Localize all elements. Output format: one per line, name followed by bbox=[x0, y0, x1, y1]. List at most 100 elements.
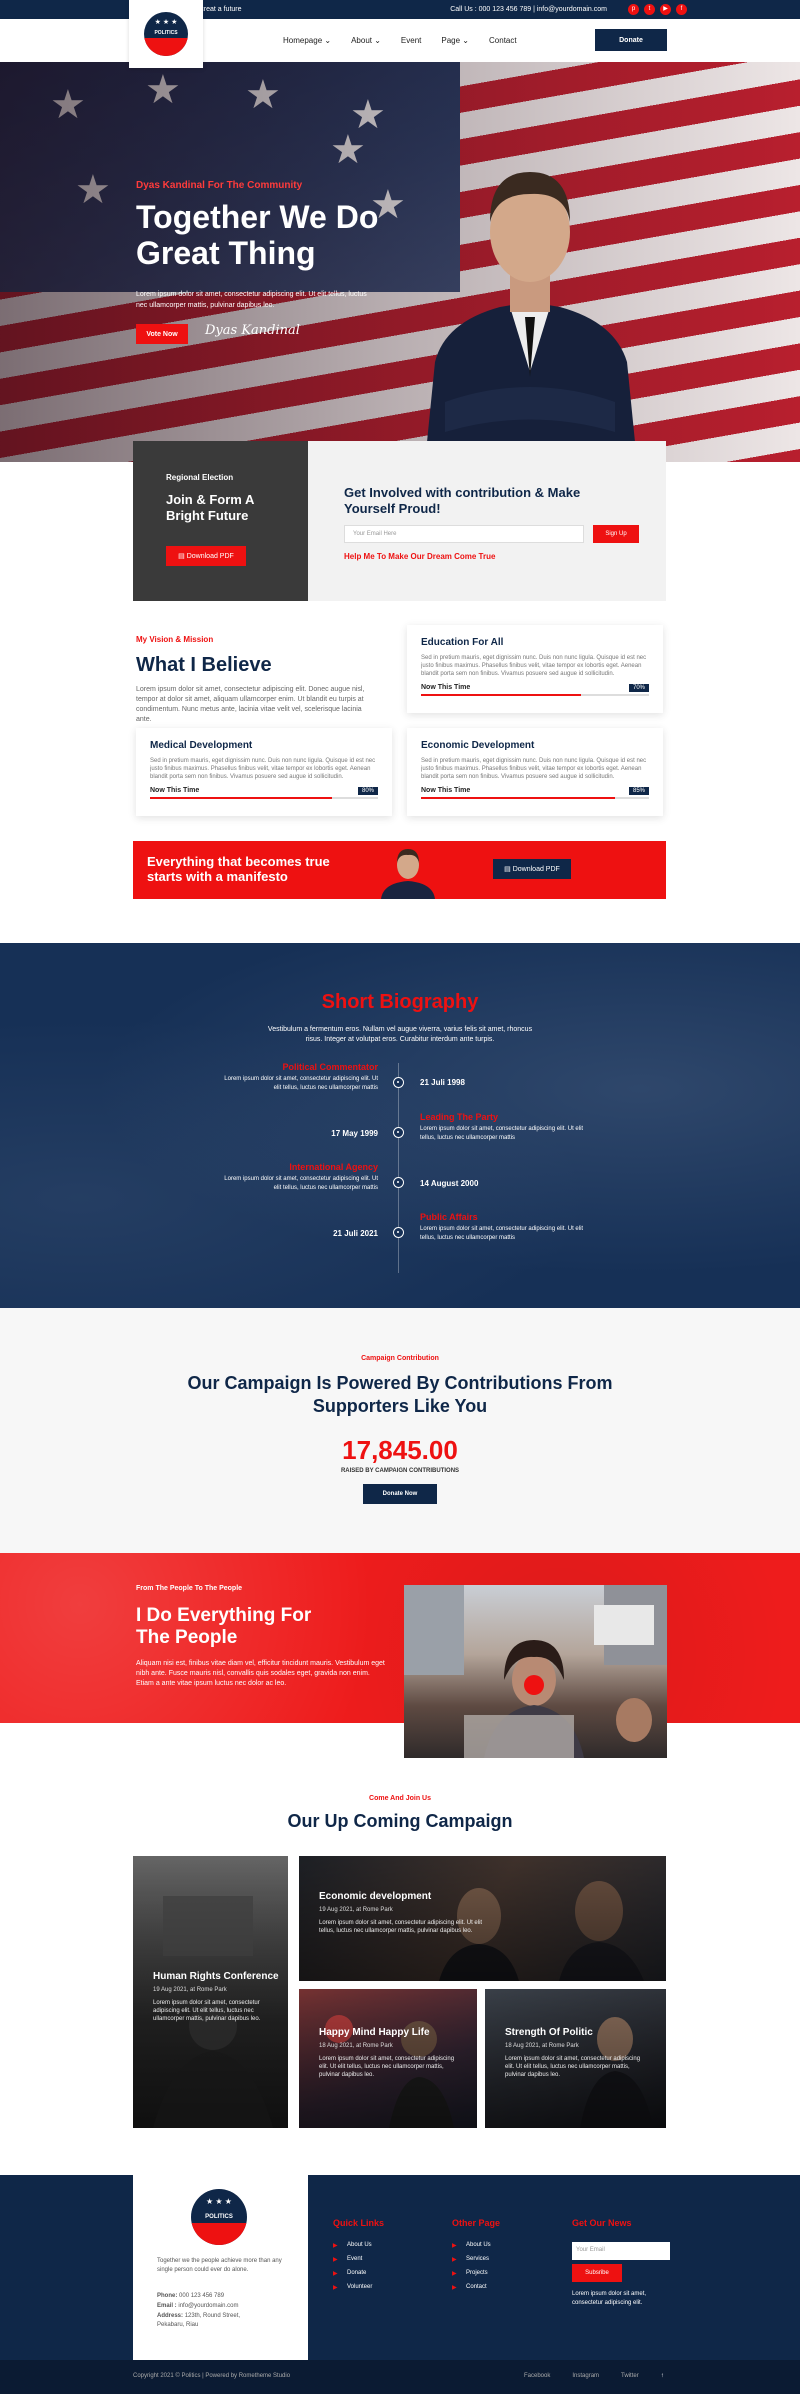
email-input[interactable]: Your Email Here bbox=[344, 525, 584, 543]
nav-homepage[interactable]: Homepage ⌄ bbox=[283, 36, 331, 45]
site-logo[interactable]: ★ ★ ★ POLITICS bbox=[129, 0, 203, 68]
contribution-amount: 17,845.00 bbox=[342, 1435, 458, 1465]
footer-link[interactable]: Services bbox=[452, 2256, 500, 2263]
people-description: Aliquam nisi est, finibus vitae diam vel… bbox=[136, 1660, 385, 1687]
card-education: Education For All Sed in pretium mauris,… bbox=[407, 625, 663, 713]
sign-up-button[interactable]: Sign Up bbox=[593, 525, 639, 543]
protest-photo bbox=[404, 1585, 667, 1758]
biography-section: Short Biography Vestibulum a fermentum e… bbox=[0, 943, 800, 1308]
biography-title: Short Biography bbox=[321, 991, 479, 1013]
progress-percent: 80% bbox=[357, 787, 378, 795]
logo-emblem: ★ ★ ★ POLITICS bbox=[144, 12, 188, 56]
timeline-date: 21 Juli 1998 bbox=[420, 1078, 465, 1087]
top-contact: Call Us : 000 123 456 789 | info@yourdom… bbox=[450, 6, 607, 13]
contribution-label: Campaign Contribution bbox=[361, 1355, 439, 1362]
event-card-happy-mind[interactable]: Happy Mind Happy Life 18 Aug 2021, at Ro… bbox=[299, 1989, 477, 2128]
back-to-top-icon[interactable]: ↑ bbox=[661, 2373, 664, 2379]
donate-button[interactable]: Donate bbox=[595, 29, 667, 51]
youtube-icon[interactable]: ▶ bbox=[660, 4, 671, 15]
nav-about[interactable]: About ⌄ bbox=[351, 36, 381, 45]
vision-description: Lorem ipsum dolor sit amet, consectetur … bbox=[136, 686, 365, 723]
election-label: Regional Election bbox=[166, 473, 234, 482]
involve-help: Help Me To Make Our Dream Come True bbox=[344, 552, 496, 561]
facebook-icon[interactable]: f bbox=[676, 4, 687, 15]
copyright: Copyright 2021 © Politics | Powered by R… bbox=[133, 2373, 291, 2379]
footer-link[interactable]: Volunteer bbox=[333, 2284, 384, 2291]
footer-quick-links: Quick Links About Us Event Donate Volunt… bbox=[333, 2218, 384, 2298]
timeline-line bbox=[398, 1063, 399, 1273]
donate-now-button[interactable]: Donate Now bbox=[363, 1484, 437, 1504]
footer-logo: ★ ★ ★ POLITICS bbox=[191, 2189, 247, 2245]
event-card-strength[interactable]: Strength Of Politic 18 Aug 2021, at Rome… bbox=[485, 1989, 666, 2128]
progress-percent: 70% bbox=[628, 684, 649, 692]
card-economic: Economic Development Sed in pretium maur… bbox=[407, 728, 663, 816]
event-card-economic[interactable]: Economic development 19 Aug 2021, at Rom… bbox=[299, 1856, 666, 1981]
document-icon: ▤ bbox=[504, 866, 513, 873]
vote-now-button[interactable]: Vote Now bbox=[136, 324, 188, 344]
election-title: Join & Form A Bright Future bbox=[166, 492, 254, 523]
signature: Dyas Kandinal bbox=[205, 323, 300, 338]
timeline-dot bbox=[393, 1127, 404, 1138]
footer-twitter-link[interactable]: Twitter bbox=[621, 2373, 639, 2379]
card-medical: Medical Development Sed in pretium mauri… bbox=[136, 728, 392, 816]
social-links: p t ▶ f bbox=[628, 4, 687, 15]
people-label: From The People To The People bbox=[136, 1585, 243, 1592]
footer-newsletter: Get Our News Your Email Subsribe Lorem i… bbox=[572, 2218, 672, 2308]
footer-instagram-link[interactable]: Instagram bbox=[572, 2373, 599, 2379]
timeline-dot bbox=[393, 1227, 404, 1238]
footer-link[interactable]: Event bbox=[333, 2256, 384, 2263]
progress-fill bbox=[150, 797, 333, 799]
event-card-human-rights[interactable]: Human Rights Conference 19 Aug 2021, at … bbox=[133, 1856, 288, 2128]
footer-about-box: ★ ★ ★ POLITICS Together we the people ac… bbox=[133, 2175, 308, 2360]
nav-event[interactable]: Event bbox=[401, 36, 421, 45]
footer-link[interactable]: Projects bbox=[452, 2270, 500, 2277]
twitter-icon[interactable]: t bbox=[644, 4, 655, 15]
hero-subtitle: Dyas Kandinal For The Community bbox=[136, 180, 303, 191]
contribution-raised-label: RAISED BY CAMPAIGN CONTRIBUTIONS bbox=[340, 1468, 460, 1474]
involve-title: Get Involved with contribution & Make Yo… bbox=[344, 485, 581, 516]
footer-phone: Phone: 000 123 456 789 bbox=[157, 2293, 225, 2299]
document-icon: ▤ bbox=[178, 553, 187, 560]
hero-section: ★★★★ ★★★ Dyas Kandinal For The Community… bbox=[0, 62, 800, 462]
upcoming-title: Our Up Coming Campaign bbox=[287, 1811, 513, 1831]
involve-box: Get Involved with contribution & Make Yo… bbox=[308, 441, 666, 601]
progress-fill bbox=[421, 694, 581, 696]
timeline-dot bbox=[393, 1077, 404, 1088]
footer-about-text: Together we the people achieve more than… bbox=[157, 2258, 282, 2273]
progress-fill bbox=[421, 797, 615, 799]
contribution-title: Our Campaign Is Powered By Contributions… bbox=[187, 1373, 613, 1416]
footer-link[interactable]: About Us bbox=[452, 2242, 500, 2249]
timeline-entry: Political Commentator Lorem ipsum dolor s… bbox=[224, 1062, 378, 1092]
timeline-entry: Public Affairs Lorem ipsum dolor sit amet… bbox=[420, 1212, 584, 1242]
download-pdf-button[interactable]: ▤ Download PDF bbox=[166, 546, 246, 566]
footer-link[interactable]: Donate bbox=[333, 2270, 384, 2277]
progress-percent: 85% bbox=[628, 787, 649, 795]
biography-intro: Vestibulum a fermentum eros. Nullam vel … bbox=[267, 1026, 533, 1043]
manifesto-text: Everything that becomes true starts with… bbox=[147, 854, 330, 884]
nav-page[interactable]: Page ⌄ bbox=[441, 36, 469, 45]
main-nav: ★ ★ ★ POLITICS Homepage ⌄ About ⌄ Event … bbox=[0, 0, 800, 68]
newsletter-description: Lorem ipsum dolor sit amet, consectetur … bbox=[572, 2291, 647, 2306]
contribution-section: Campaign Contribution Our Campaign Is Po… bbox=[0, 1308, 800, 1553]
footer-link[interactable]: Contact bbox=[452, 2284, 500, 2291]
candidate-thumbnail bbox=[381, 849, 435, 899]
footer-address: Address: 123th, Round Street, Pekabaru, … bbox=[157, 2313, 241, 2328]
footer-link[interactable]: About Us bbox=[333, 2242, 384, 2249]
footer-facebook-link[interactable]: Facebook bbox=[524, 2373, 550, 2379]
subscribe-button[interactable]: Subsribe bbox=[572, 2264, 622, 2282]
candidate-photo bbox=[425, 172, 637, 462]
newsletter-email-input[interactable]: Your Email bbox=[572, 2242, 670, 2260]
manifesto-banner: Everything that becomes true starts with… bbox=[133, 841, 666, 899]
footer-other-pages: Other Page About Us Services Projects Co… bbox=[452, 2218, 500, 2298]
upcoming-label: Come And Join Us bbox=[369, 1795, 431, 1802]
timeline-date: 14 August 2000 bbox=[420, 1179, 479, 1188]
manifesto-download-button[interactable]: ▤ Download PDF bbox=[493, 859, 571, 879]
nav-contact[interactable]: Contact bbox=[489, 36, 517, 45]
hero-title: Together We Do Great Thing bbox=[136, 199, 379, 271]
footer-email: Email : info@yourdomain.com bbox=[157, 2303, 239, 2309]
vision-title: What I Believe bbox=[136, 654, 272, 676]
hero-description: Lorem ipsum dolor sit amet, consectetur … bbox=[136, 291, 367, 309]
pinterest-icon[interactable]: p bbox=[628, 4, 639, 15]
timeline-entry: Leading The Party Lorem ipsum dolor sit a… bbox=[420, 1112, 584, 1142]
timeline-dot bbox=[393, 1177, 404, 1188]
